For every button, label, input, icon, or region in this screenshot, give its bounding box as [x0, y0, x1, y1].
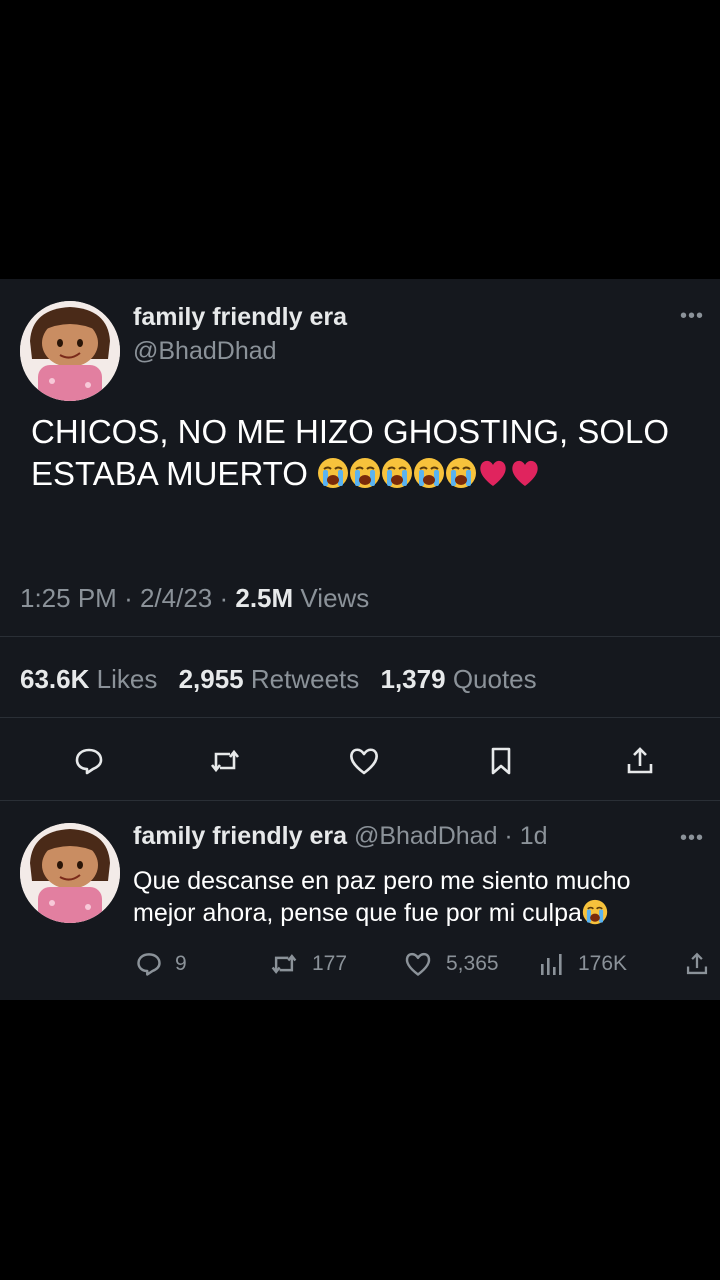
meta-separator: ·	[124, 583, 140, 613]
crying-emoji-icon	[582, 899, 608, 933]
retweets-count: 2,955	[178, 664, 244, 694]
views-count: 2.5M	[235, 583, 294, 613]
retweets-label: Retweets	[250, 664, 360, 694]
meta-separator: ·	[219, 583, 236, 613]
retweet-icon	[271, 954, 297, 974]
reply-like-count: 5,365	[446, 952, 499, 975]
share-icon	[686, 952, 708, 975]
display-name[interactable]: family friendly era	[133, 303, 347, 332]
quotes-stat[interactable]: 1,379 Quotes	[381, 664, 537, 694]
reply-action-bar: 9 177 5,365 176K	[0, 949, 720, 979]
reply-header: family friendly era @BhadDhad · 1d	[133, 822, 548, 851]
divider	[0, 800, 720, 801]
reply-reply-button[interactable]: 9	[135, 949, 187, 979]
engagement-stats: 63.6K Likes 2,955 Retweets 1,379 Quotes	[20, 664, 537, 695]
crying-emoji-icon	[445, 457, 477, 499]
quotes-label: Quotes	[452, 664, 537, 694]
retweets-stat[interactable]: 2,955 Retweets	[179, 664, 360, 694]
tweet-body: CHICOS, NO ME HIZO GHOSTING, SOLO ESTABA…	[31, 411, 671, 499]
reply-icon[interactable]	[69, 741, 109, 781]
crying-emoji-icon	[413, 457, 445, 499]
reply-text: Que descanse en paz pero me siento mucho…	[133, 867, 631, 927]
reply-handle[interactable]: @BhadDhad	[354, 822, 498, 850]
avatar[interactable]	[20, 301, 120, 401]
retweet-icon[interactable]	[205, 741, 245, 781]
likes-count: 63.6K	[20, 664, 90, 694]
reply-like-button[interactable]: 5,365	[402, 949, 499, 979]
crying-emoji-icon	[349, 457, 381, 499]
tweet-meta: 1:25 PM · 2/4/23 · 2.5M Views	[20, 583, 369, 614]
reply-display-name[interactable]: family friendly era	[133, 822, 347, 850]
likes-label: Likes	[96, 664, 158, 694]
reply-icon	[137, 953, 161, 976]
views-icon	[541, 954, 562, 975]
emoji-sequence	[317, 455, 541, 492]
share-icon[interactable]	[620, 741, 660, 781]
like-icon	[405, 952, 431, 976]
reply-retweet-button[interactable]: 177	[268, 949, 347, 979]
red-heart-icon	[477, 457, 509, 499]
tweet-date[interactable]: 2/4/23	[140, 583, 212, 613]
reply-body: Que descanse en paz pero me siento mucho…	[133, 865, 693, 933]
crying-emoji-icon	[381, 457, 413, 499]
divider	[0, 636, 720, 637]
tweet-card: family friendly era @BhadDhad ••• CHICOS…	[0, 279, 720, 1000]
like-icon[interactable]	[344, 741, 384, 781]
likes-stat[interactable]: 63.6K Likes	[20, 664, 157, 694]
user-handle[interactable]: @BhadDhad	[133, 337, 277, 366]
reply-avatar[interactable]	[20, 823, 120, 923]
reply-view-count: 176K	[578, 952, 628, 975]
reply-retweet-count: 177	[312, 952, 348, 975]
reply-age[interactable]: · 1d	[504, 822, 547, 850]
divider	[0, 717, 720, 718]
quotes-count: 1,379	[380, 664, 446, 694]
tweet-time[interactable]: 1:25 PM	[20, 583, 117, 613]
reply-reply-count: 9	[175, 952, 187, 975]
reply-more-options-icon[interactable]: •••	[680, 827, 704, 850]
reply-share-button[interactable]	[684, 949, 720, 979]
reply-views-button[interactable]: 176K	[538, 949, 627, 979]
action-bar	[0, 741, 720, 781]
views-label: Views	[300, 583, 370, 613]
crying-emoji-icon	[317, 457, 349, 499]
red-heart-icon	[509, 457, 541, 499]
bookmark-icon[interactable]	[481, 741, 521, 781]
more-options-icon[interactable]: •••	[680, 305, 704, 328]
